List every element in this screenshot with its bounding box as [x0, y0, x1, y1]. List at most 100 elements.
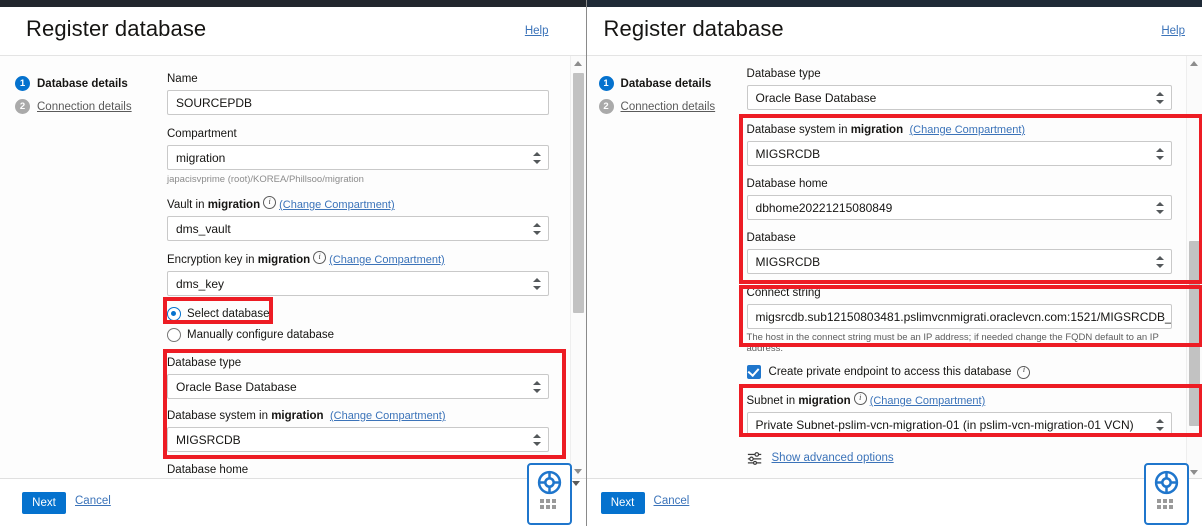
info-icon: [853, 391, 867, 405]
radio-select-database[interactable]: Select database: [167, 305, 549, 323]
label-encryption-key-compartment: migration: [257, 254, 311, 266]
step-number-1: 1: [598, 76, 614, 91]
step-label-database-details: Database details: [37, 77, 128, 90]
stepper-chevrons-icon: [1155, 147, 1164, 161]
database-type-select[interactable]: Oracle Base Database: [167, 374, 549, 399]
database-value: MIGSRCDB: [755, 254, 821, 269]
database-type-select[interactable]: Oracle Base Database: [746, 85, 1172, 110]
label-encryption-key: Encryption key in migration (Change Compa…: [167, 250, 549, 267]
support-caret-down-icon[interactable]: [572, 481, 580, 486]
scroll-down-arrow-icon[interactable]: [573, 469, 582, 474]
radio-indicator-selected: [167, 307, 181, 321]
database-home-value: dbhome20221215080849: [755, 200, 893, 215]
database-system-change-compartment-link[interactable]: (Change Compartment): [909, 124, 1025, 136]
field-compartment: Compartment migration japacisvprime (roo…: [167, 127, 549, 186]
database-type-value: Oracle Base Database: [176, 379, 297, 394]
step-label-connection-details: Connection details: [37, 100, 132, 113]
scroll-up-arrow-icon[interactable]: [573, 61, 582, 66]
field-database-type-left: Database type Oracle Base Database: [167, 356, 549, 399]
dialog-header-right: Register database Help: [586, 7, 1202, 56]
vault-value: dms_vault: [176, 221, 231, 236]
page-title: Register database: [26, 16, 207, 41]
stepper-chevrons-icon: [1155, 201, 1164, 215]
connect-string-input[interactable]: migsrcdb.sub12150803481.pslimvcnmigrati.…: [746, 304, 1172, 329]
field-name: Name SOURCEPDB: [167, 72, 549, 115]
subnet-select[interactable]: Private Subnet-pslim-vcn-migration-01 (i…: [746, 412, 1172, 437]
info-icon: [313, 250, 327, 264]
wizard-steps-left: 1 Database details 2 Connection details: [15, 76, 165, 122]
field-database-system-right: Database system in migration (Change Com…: [746, 123, 1172, 166]
dialog-body-right: 1 Database details 2 Connection details …: [586, 56, 1202, 480]
database-system-select[interactable]: MIGSRCDB: [746, 141, 1172, 166]
database-select[interactable]: MIGSRCDB: [746, 249, 1172, 274]
field-database-home-right: Database home dbhome20221215080849: [746, 177, 1172, 220]
radio-manually-configure-database[interactable]: Manually configure database: [167, 326, 549, 344]
sidebar-item-connection-details[interactable]: 2 Connection details: [598, 99, 749, 114]
drag-handle[interactable]: [1156, 499, 1176, 509]
scrollbar-thumb[interactable]: [572, 73, 584, 313]
name-input[interactable]: SOURCEPDB: [167, 90, 549, 115]
stepper-chevrons-icon: [533, 380, 541, 394]
cancel-button[interactable]: Cancel: [75, 495, 111, 507]
stepper-chevrons-icon: [1155, 255, 1164, 269]
connect-string-hint: The host in the connect string must be a…: [746, 332, 1159, 354]
database-system-select[interactable]: MIGSRCDB: [167, 427, 549, 452]
scrollbar-left[interactable]: [569, 56, 586, 479]
scroll-up-arrow-icon[interactable]: [1190, 61, 1198, 66]
scrollbar-thumb[interactable]: [1189, 241, 1200, 426]
label-subnet: Subnet in migration (Change Compartment): [746, 391, 1172, 408]
sidebar-item-database-details[interactable]: 1 Database details: [15, 76, 165, 91]
vault-select[interactable]: dms_vault: [167, 216, 549, 241]
support-widget-left[interactable]: [527, 463, 572, 525]
show-advanced-options[interactable]: Show advanced options: [747, 451, 1172, 465]
label-database-home: Database home: [167, 464, 249, 476]
life-ring-icon: [1154, 470, 1178, 495]
info-icon: [263, 195, 277, 209]
compartment-path-hint: japacisvprime (root)/KOREA/Phillsoo/migr…: [167, 174, 364, 185]
encryption-key-change-compartment-link[interactable]: (Change Compartment): [329, 254, 445, 266]
stepper-chevrons-icon: [1155, 418, 1164, 432]
scrollbar-right[interactable]: [1186, 56, 1202, 480]
compartment-select[interactable]: migration: [167, 145, 549, 170]
stepper-chevrons-icon: [1155, 91, 1164, 105]
label-database: Database: [746, 232, 796, 244]
field-database-type-right: Database type Oracle Base Database: [746, 67, 1172, 110]
subnet-value: Private Subnet-pslim-vcn-migration-01 (i…: [755, 417, 1134, 432]
database-home-select[interactable]: dbhome20221215080849: [746, 195, 1172, 220]
next-button[interactable]: Next: [600, 492, 645, 514]
support-widget-right[interactable]: [1143, 463, 1189, 525]
database-system-change-compartment-link[interactable]: (Change Compartment): [330, 410, 446, 422]
wizard-steps-right: 1 Database details 2 Connection details: [598, 76, 749, 122]
help-link[interactable]: Help: [1161, 25, 1185, 37]
sidebar-item-connection-details[interactable]: 2 Connection details: [15, 99, 165, 114]
radio-label-select-database: Select database: [187, 308, 270, 320]
subnet-change-compartment-link[interactable]: (Change Compartment): [870, 395, 986, 407]
checkbox-indicator-checked[interactable]: [746, 365, 761, 379]
page-title: Register database: [603, 16, 784, 41]
encryption-key-select[interactable]: dms_key: [167, 271, 549, 296]
cancel-button[interactable]: Cancel: [654, 495, 690, 507]
help-link[interactable]: Help: [525, 25, 549, 37]
field-database: Database MIGSRCDB: [746, 231, 1172, 274]
label-encryption-key-prefix: Encryption key in: [167, 254, 258, 266]
field-database-system-left: Database system in migration (Change Com…: [167, 409, 549, 452]
database-system-value: MIGSRCDB: [176, 432, 241, 447]
sidebar-item-database-details[interactable]: 1 Database details: [598, 76, 749, 91]
label-subnet-prefix: Subnet in: [746, 395, 799, 407]
show-advanced-options-label[interactable]: Show advanced options: [772, 452, 894, 464]
stepper-chevrons-icon: [533, 222, 541, 236]
stepper-chevrons-icon: [533, 151, 541, 165]
radio-label-manually-configure: Manually configure database: [187, 329, 335, 341]
private-endpoint-checkbox-row[interactable]: Create private endpoint to access this d…: [746, 365, 1172, 379]
label-database-type: Database type: [167, 357, 242, 369]
next-button[interactable]: Next: [22, 492, 66, 514]
database-source-radio-group: Select database Manually configure datab…: [167, 305, 549, 344]
checkbox-label-private-endpoint: Create private endpoint to access this d…: [768, 366, 1012, 378]
step-number-2: 2: [598, 99, 614, 114]
scroll-down-arrow-icon[interactable]: [1190, 470, 1198, 475]
drag-handle[interactable]: [540, 499, 559, 509]
field-vault: Vault in migration (Change Compartment) d…: [167, 195, 549, 241]
vault-change-compartment-link[interactable]: (Change Compartment): [279, 199, 395, 211]
field-encryption-key: Encryption key in migration (Change Compa…: [167, 250, 549, 296]
radio-indicator-unselected: [167, 328, 181, 342]
